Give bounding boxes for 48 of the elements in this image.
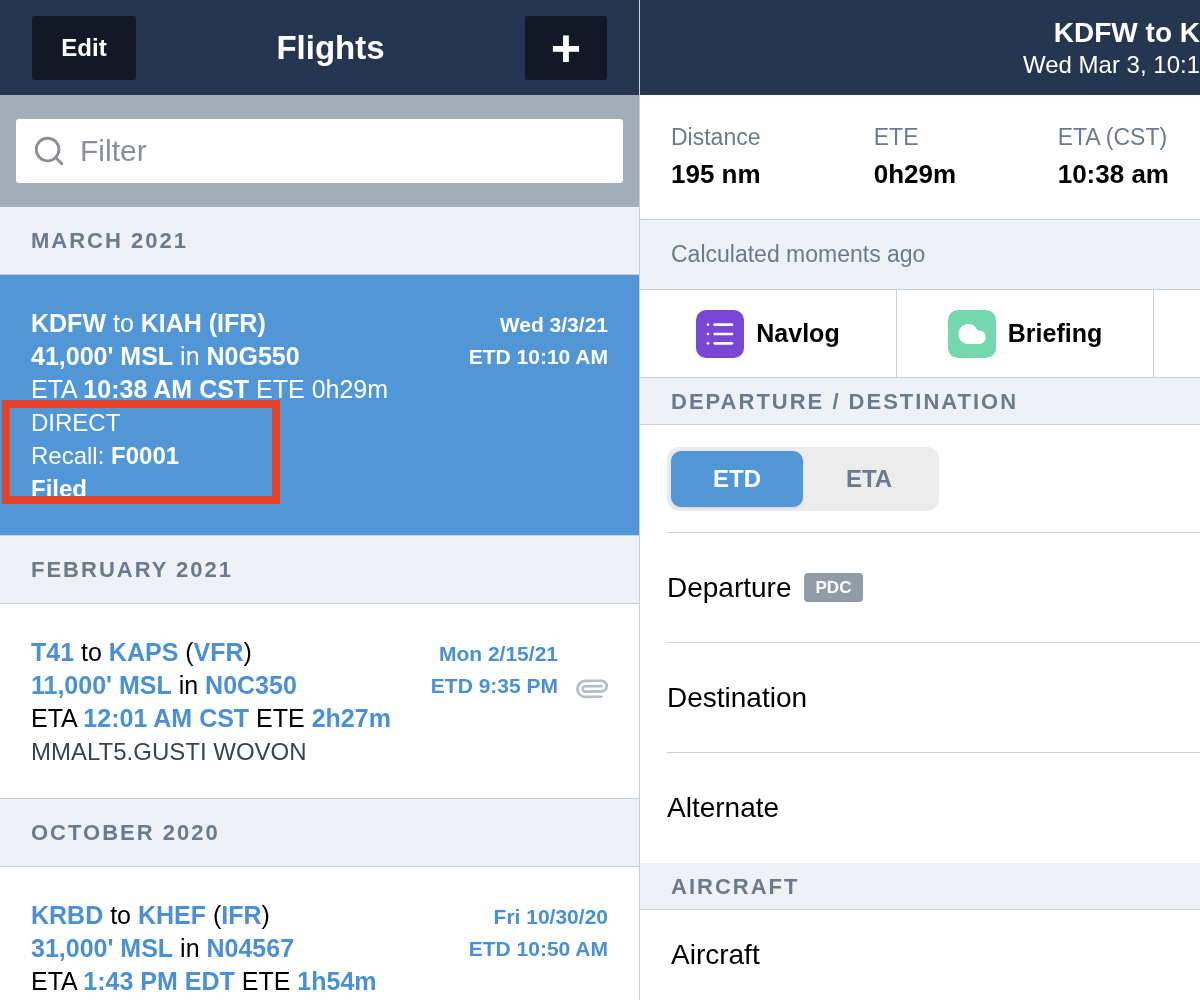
list-title: Flights bbox=[276, 27, 385, 68]
action-button[interactable]: Navlog bbox=[640, 290, 897, 377]
flight-summary-line: ETA 1:43 PM EDT ETE 1h54m bbox=[31, 966, 378, 997]
row-label[interactable]: Aircraft bbox=[671, 934, 760, 976]
stat-value: 195 nm bbox=[671, 157, 762, 191]
flight-detail-line: DIRECT bbox=[31, 408, 122, 438]
calculated-note: Calculated moments ago bbox=[671, 240, 926, 270]
flight-etd: ETD 10:50 AM bbox=[468, 936, 608, 962]
flight-title: KDFW to K bbox=[1053, 15, 1200, 50]
add-button[interactable]: + bbox=[525, 15, 607, 80]
search-icon bbox=[32, 134, 66, 168]
stat-label: ETE bbox=[873, 123, 920, 153]
flight-summary-line: ETA 10:38 AM CST ETE 0h29m bbox=[31, 374, 390, 405]
flight-summary-line: ETA 12:01 AM CST ETE 2h27m bbox=[31, 703, 392, 734]
flight-summary-line: 11,000' MSL in N0C350 bbox=[31, 670, 298, 701]
flight-detail-line: Filed bbox=[31, 474, 88, 504]
flight-summary-line: KDFW to KIAH (IFR) bbox=[31, 308, 267, 339]
stat-value: 10:38 am bbox=[1057, 157, 1169, 191]
month-heading: FEBRUARY 2021 bbox=[31, 556, 234, 584]
month-heading: OCTOBER 2020 bbox=[31, 819, 220, 847]
pdc-badge: PDC bbox=[803, 572, 864, 603]
flight-summary-line: 41,000' MSL in N0G550 bbox=[31, 341, 301, 372]
flight-date: Mon 2/15/21 bbox=[438, 641, 558, 667]
cloud-icon bbox=[947, 309, 996, 358]
flight-summary-line: 31,000' MSL in N04567 bbox=[31, 933, 296, 964]
section-heading: DEPARTURE / DESTINATION bbox=[671, 387, 1019, 416]
flight-date: Wed 3/3/21 bbox=[499, 312, 608, 338]
month-heading: MARCH 2021 bbox=[31, 227, 188, 255]
action-button[interactable]: Briefing bbox=[897, 290, 1154, 377]
flight-detail-line: Recall: F0001 bbox=[31, 441, 181, 471]
flight-subtitle: Wed Mar 3, 10:1 bbox=[1023, 49, 1200, 80]
filter-field[interactable]: Filter bbox=[16, 119, 623, 183]
stat-label: Distance bbox=[671, 123, 762, 153]
list-icon bbox=[696, 309, 745, 358]
row-label[interactable]: Destination bbox=[667, 676, 808, 719]
row-label[interactable]: Alternate bbox=[667, 787, 780, 829]
stat-label: ETA (CST) bbox=[1057, 123, 1169, 153]
edit-button[interactable]: Edit bbox=[32, 15, 136, 80]
flight-etd: ETD 9:35 PM bbox=[430, 673, 558, 699]
flight-summary-line: T41 to KAPS (VFR) bbox=[31, 637, 253, 668]
flight-detail-line: MMALT5.GUSTI WOVON bbox=[31, 737, 308, 767]
flight-date: Fri 10/30/20 bbox=[493, 904, 608, 930]
stat-value: 0h29m bbox=[873, 157, 958, 191]
time-toggle-tab[interactable]: ETA bbox=[803, 450, 935, 507]
flight-summary-line: KRBD to KHEF (IFR) bbox=[31, 900, 271, 931]
row-label[interactable]: Departure bbox=[667, 566, 792, 609]
section-heading: AIRCRAFT bbox=[671, 872, 800, 901]
flight-etd: ETD 10:10 AM bbox=[468, 344, 608, 370]
